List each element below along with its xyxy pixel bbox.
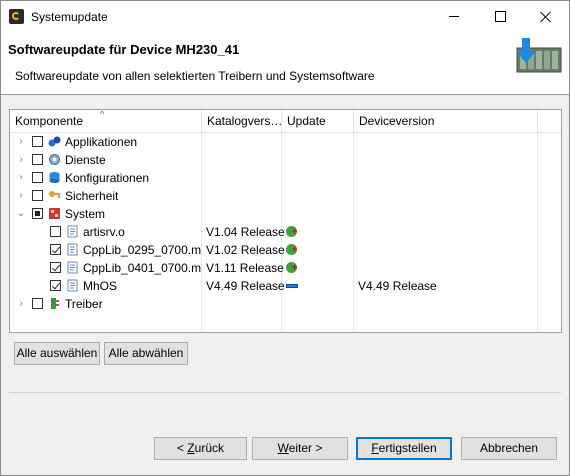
row-label: MhOS: [83, 279, 118, 293]
download-device-icon: [516, 38, 562, 73]
services-icon: [48, 153, 61, 166]
update-status: [282, 222, 352, 241]
component-tree-table[interactable]: Komponente ^ Katalogvers… Update Devicev…: [9, 109, 562, 333]
minimize-button[interactable]: [431, 1, 477, 32]
page-description: Softwareupdate von allen selektierten Tr…: [15, 69, 375, 83]
table-row[interactable]: › Applikationen: [10, 133, 561, 151]
column-header-update[interactable]: Update: [282, 110, 354, 132]
table-row[interactable]: › Treiber: [10, 295, 561, 313]
row-label: CppLib_0295_0700.m: [83, 243, 202, 257]
expand-chevron-icon[interactable]: ›: [16, 151, 26, 169]
row-label: artisrv.o: [83, 225, 125, 239]
update-status: [282, 258, 352, 277]
configurations-icon: [48, 171, 61, 184]
expand-chevron-icon[interactable]: ›: [16, 133, 26, 151]
row-label: Dienste: [65, 153, 106, 167]
table-row[interactable]: artisrv.o V1.04 Release: [10, 222, 561, 241]
file-icon: [66, 261, 79, 274]
footer-separator: [9, 392, 561, 393]
table-row[interactable]: MhOS V4.49 Release V4.49 Release: [10, 277, 561, 295]
table-row[interactable]: ⌄ System: [10, 205, 561, 223]
file-icon: [66, 243, 79, 256]
security-key-icon: [48, 189, 61, 202]
next-label: eiter >: [288, 441, 323, 455]
title-bar: Systemupdate: [1, 1, 569, 32]
drivers-icon: [48, 297, 61, 310]
close-button[interactable]: [523, 1, 569, 32]
row-label: Applikationen: [65, 135, 138, 149]
deselect-all-button[interactable]: Alle abwählen: [104, 342, 188, 365]
column-header-komponente[interactable]: Komponente ^: [10, 110, 202, 132]
green-plus-icon: [286, 222, 297, 240]
finish-label: ertigstellen: [378, 441, 437, 455]
row-checkbox[interactable]: [50, 226, 61, 237]
column-label: Komponente: [15, 114, 84, 128]
cancel-button[interactable]: Abbrechen: [461, 437, 557, 460]
blue-bar-icon: [286, 284, 298, 288]
update-status: [282, 240, 352, 259]
file-icon: [66, 225, 79, 238]
device-version: V4.49 Release: [358, 279, 437, 293]
row-checkbox[interactable]: [32, 136, 43, 147]
update-status: [282, 277, 352, 295]
catalog-version: V1.02 Release: [206, 243, 285, 257]
row-label: Treiber: [65, 297, 103, 311]
window-title: Systemupdate: [31, 10, 108, 24]
row-label: CppLib_0401_0700.m: [83, 261, 202, 275]
minimize-icon: [449, 16, 459, 17]
row-checkbox[interactable]: [32, 298, 43, 309]
table-header: Komponente ^ Katalogvers… Update Devicev…: [10, 110, 561, 133]
row-label: Sicherheit: [65, 189, 119, 203]
maximize-button[interactable]: [477, 1, 523, 32]
row-checkbox[interactable]: [32, 208, 43, 219]
expand-chevron-icon[interactable]: ›: [16, 169, 26, 187]
catalog-version: V1.11 Release: [206, 261, 284, 275]
finish-mnemonic: F: [371, 441, 379, 455]
green-plus-icon: [286, 258, 297, 276]
column-header-katalogversion[interactable]: Katalogvers…: [202, 110, 282, 132]
collapse-chevron-icon[interactable]: ⌄: [16, 205, 26, 223]
system-icon: [48, 207, 61, 220]
catalog-version: V4.49 Release: [206, 279, 285, 293]
file-icon: [66, 279, 79, 292]
table-row[interactable]: › Dienste: [10, 151, 561, 169]
row-label: Konfigurationen: [65, 171, 150, 185]
row-label: System: [65, 207, 106, 221]
row-checkbox[interactable]: [32, 154, 43, 165]
back-prefix: <: [176, 441, 188, 455]
dialog-window: Systemupdate Softwareupdate für Device M…: [0, 0, 570, 476]
row-checkbox[interactable]: [50, 244, 61, 255]
row-checkbox[interactable]: [32, 172, 43, 183]
column-header-deviceversion[interactable]: Deviceversion: [354, 110, 538, 132]
applications-icon: [48, 135, 61, 148]
back-mnemonic: Z: [187, 441, 195, 455]
back-button[interactable]: < Zurück: [154, 437, 247, 460]
expand-chevron-icon[interactable]: ›: [16, 295, 26, 313]
next-mnemonic: W: [277, 441, 289, 455]
next-button[interactable]: Weiter >: [252, 437, 348, 460]
expand-chevron-icon[interactable]: ›: [16, 187, 26, 205]
row-checkbox[interactable]: [32, 190, 43, 201]
wizard-header: Softwareupdate für Device MH230_41 Softw…: [1, 32, 569, 95]
green-plus-icon: [286, 240, 297, 258]
back-label: urück: [194, 441, 225, 455]
select-all-button[interactable]: Alle auswählen: [14, 342, 100, 365]
sort-ascending-icon: ^: [100, 110, 105, 119]
finish-button[interactable]: Fertigstellen: [356, 437, 452, 460]
app-logo-icon: [9, 9, 24, 24]
row-checkbox[interactable]: [50, 262, 61, 273]
page-title: Softwareupdate für Device MH230_41: [8, 42, 240, 57]
maximize-icon: [494, 11, 506, 22]
table-row[interactable]: › Konfigurationen: [10, 169, 561, 187]
row-checkbox[interactable]: [50, 280, 61, 291]
table-row[interactable]: › Sicherheit: [10, 187, 561, 205]
close-icon: [540, 11, 552, 23]
table-row[interactable]: CppLib_0401_0700.m V1.11 Release: [10, 258, 561, 277]
table-row[interactable]: CppLib_0295_0700.m V1.02 Release: [10, 240, 561, 259]
catalog-version: V1.04 Release: [206, 225, 285, 239]
